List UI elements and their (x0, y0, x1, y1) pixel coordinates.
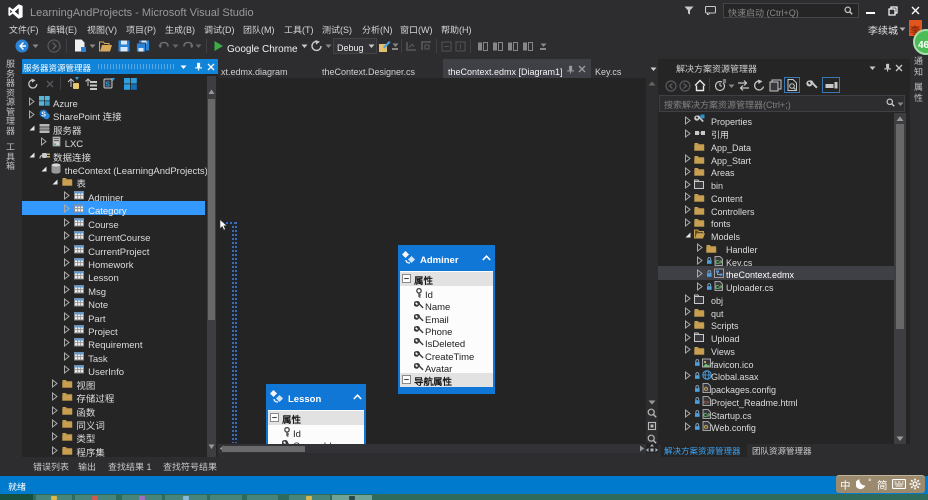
svg-text:<>: <> (703, 400, 709, 406)
svg-text:⚙: ⚙ (703, 424, 708, 431)
svg-text:C#: C# (703, 413, 710, 419)
svg-text:⚙: ⚙ (703, 386, 708, 393)
svg-text:C#: C# (715, 260, 722, 266)
svg-text:S: S (105, 82, 110, 89)
svg-text:C#: C# (715, 285, 722, 291)
svg-text:S: S (41, 112, 46, 119)
